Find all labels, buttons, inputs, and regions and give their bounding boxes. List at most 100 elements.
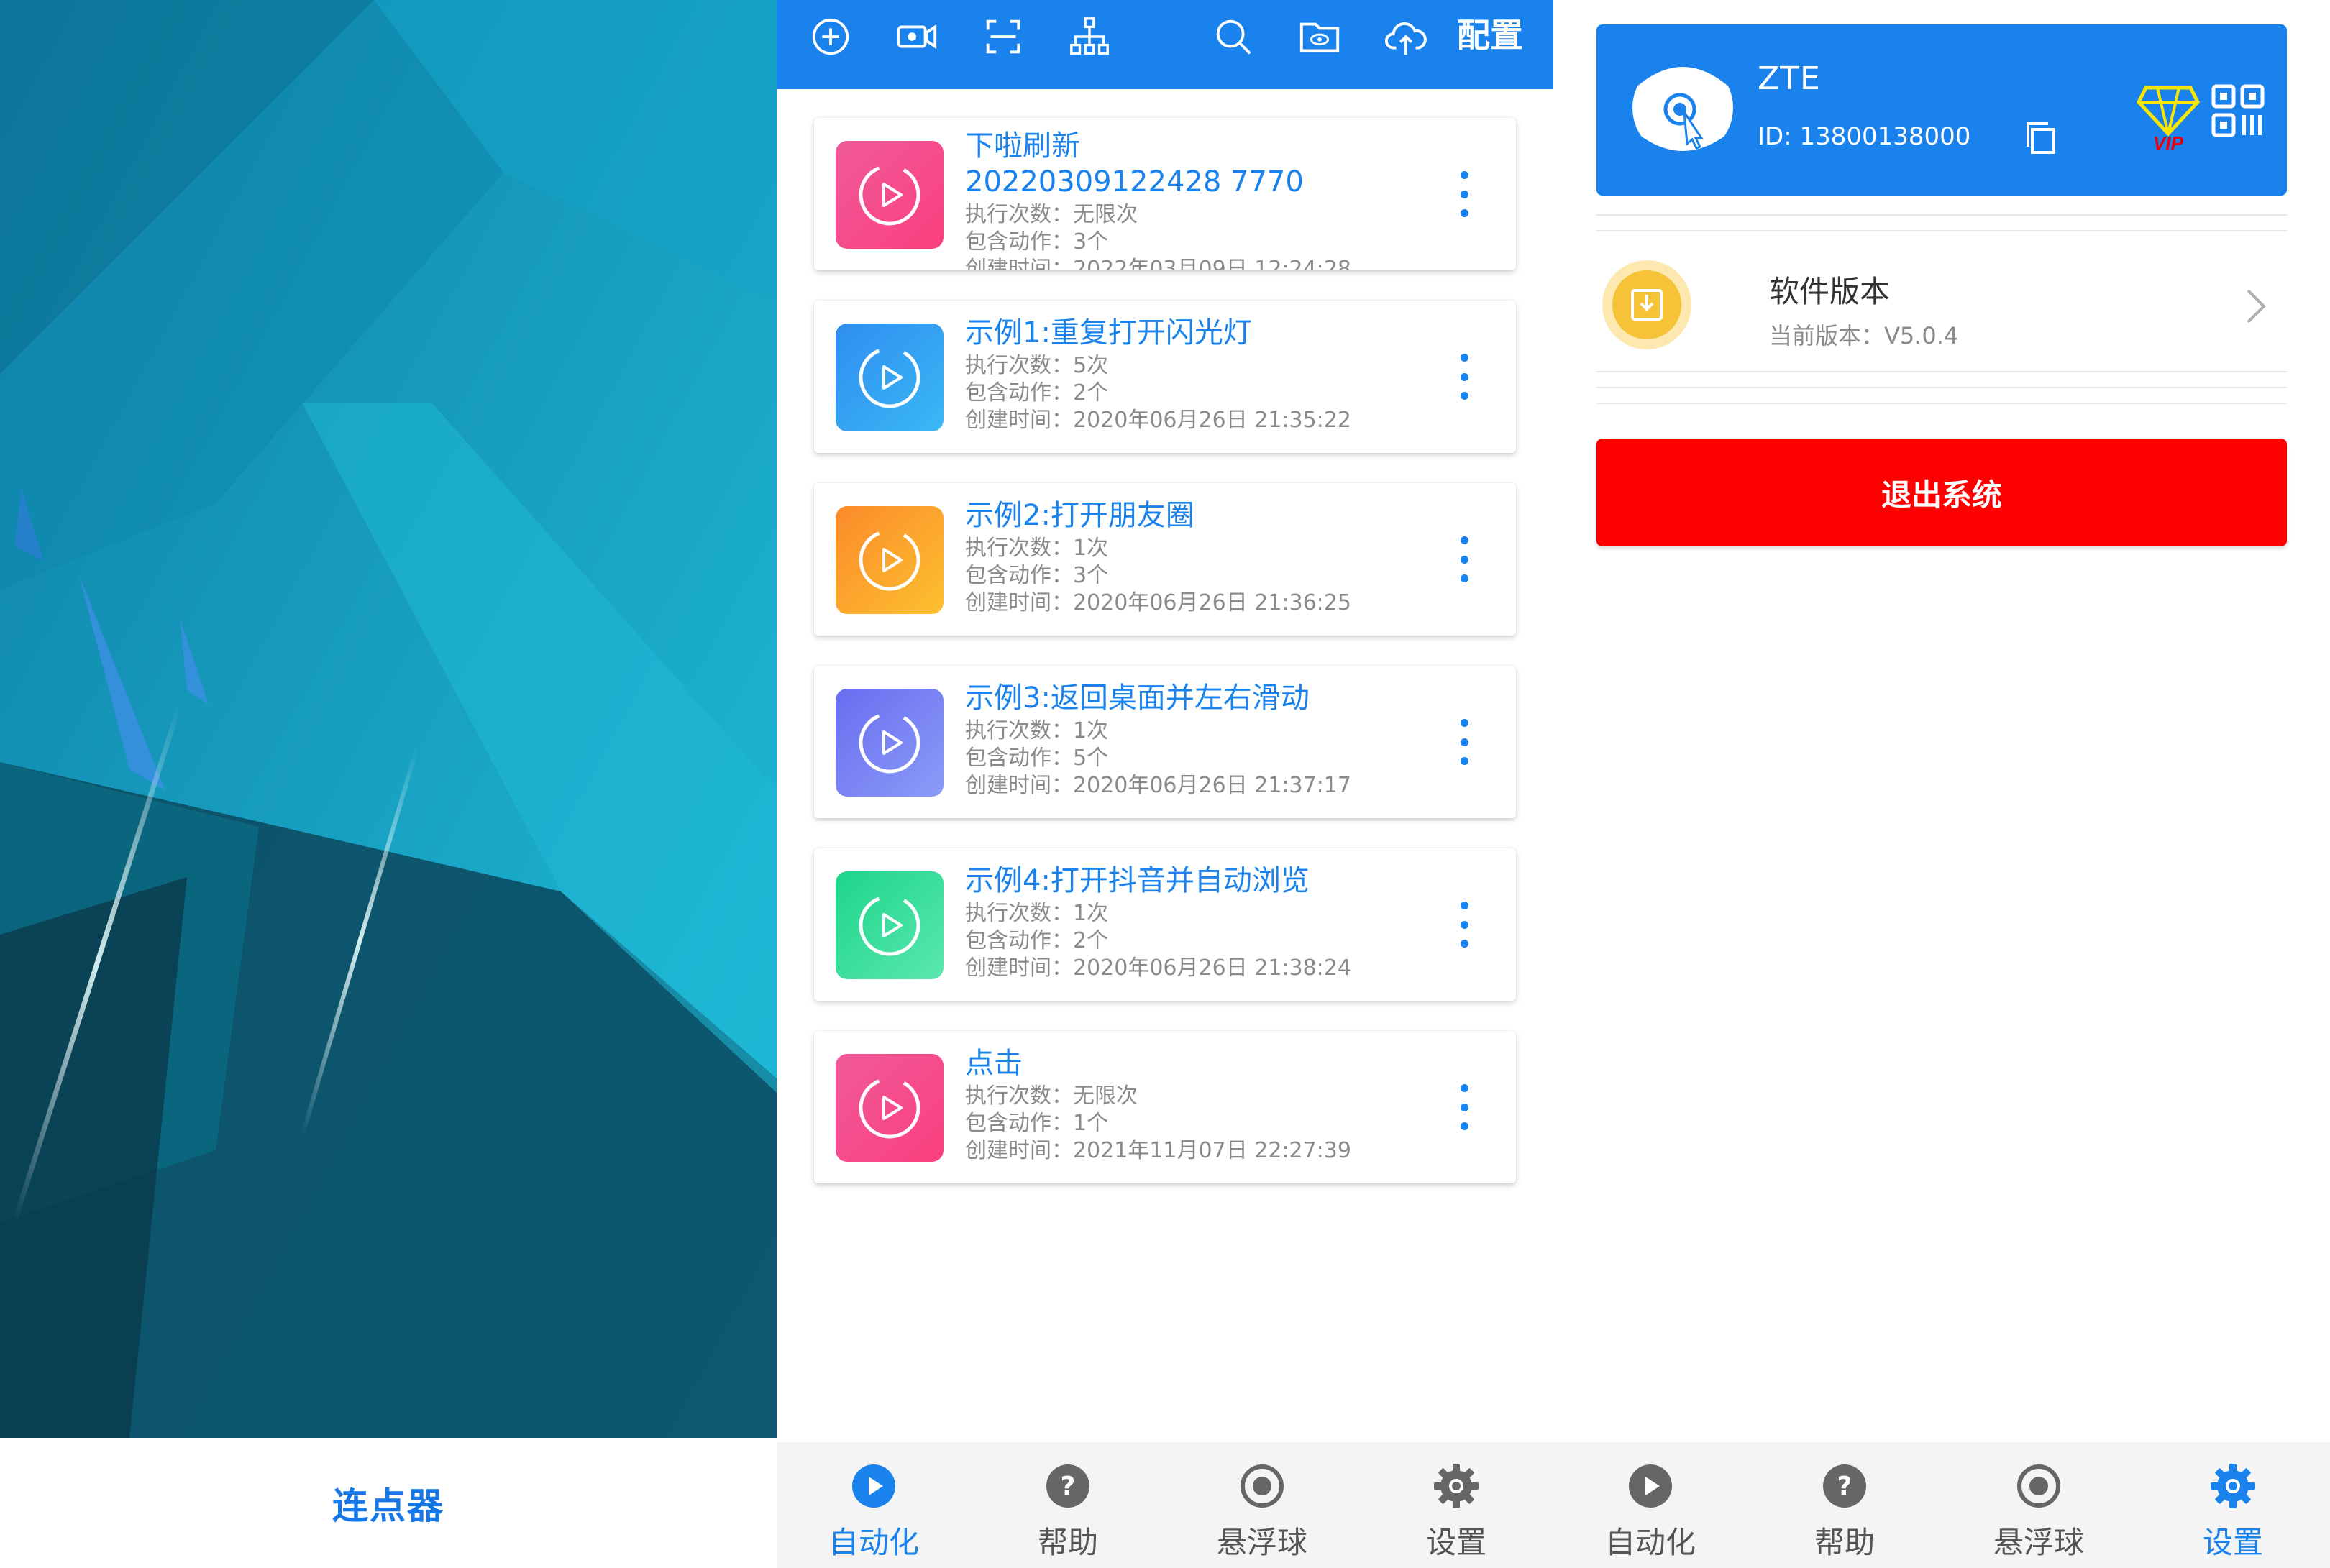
user-id: ID: 13800138000 xyxy=(1758,122,1971,151)
created-time: 创建时间：2020年06月26日 21:35:22 xyxy=(965,408,1351,433)
created-time: 创建时间：2020年06月26日 21:36:25 xyxy=(965,590,1351,615)
play-circle-icon xyxy=(850,1462,897,1513)
play-script-icon[interactable] xyxy=(836,871,944,979)
play-script-icon[interactable] xyxy=(836,1054,944,1162)
action-count: 包含动作：3个 xyxy=(965,229,1109,255)
nav-label: 悬浮球 xyxy=(1993,1525,2084,1560)
download-icon xyxy=(1602,260,1691,349)
exec-count: 执行次数：无限次 xyxy=(965,1083,1138,1109)
action-count: 包含动作：2个 xyxy=(965,928,1109,953)
script-card[interactable]: 示例2:打开朋友圈 执行次数：1次 包含动作：3个 创建时间：2020年06月26日 … xyxy=(814,483,1516,636)
more-menu-icon[interactable] xyxy=(1457,1084,1471,1130)
svg-text:?: ? xyxy=(1061,1472,1076,1501)
play-script-icon[interactable] xyxy=(836,689,944,797)
more-menu-icon[interactable] xyxy=(1457,536,1471,582)
script-meta: 执行次数：5次 包含动作：2个创建时间：2020年06月26日 21:35:22 xyxy=(965,352,1425,434)
user-name: ZTE xyxy=(1758,60,1821,97)
script-title: 下啦刷新 20220309122428 7770 xyxy=(965,129,1304,198)
script-card[interactable]: 下啦刷新 20220309122428 7770 执行次数：无限次 包含动作：3个创… xyxy=(814,118,1516,270)
bottom-nav: 自动化? 帮助 悬浮球 设置 xyxy=(777,1442,1553,1568)
nav-item-automation[interactable]: 自动化 xyxy=(777,1442,971,1568)
nav-item-automation[interactable]: 自动化 xyxy=(1553,1442,1748,1568)
nav-item-float-ball[interactable]: 悬浮球 xyxy=(1165,1442,1359,1568)
hierarchy-icon[interactable] xyxy=(1064,12,1115,62)
script-meta: 执行次数：1次 包含动作：5个 创建时间：2020年06月26日 21:37:17 xyxy=(965,717,1425,799)
nav-label: 自动化 xyxy=(828,1525,919,1560)
script-meta: 执行次数：无限次 包含动作：1个 创建时间：2021年11月07日 22:27:39 xyxy=(965,1083,1425,1165)
nav-item-help[interactable]: ? 帮助 xyxy=(1748,1442,1942,1568)
logout-button[interactable]: 退出系统 xyxy=(1596,439,2287,546)
action-count: 包含动作：3个 xyxy=(965,563,1109,588)
nav-label: 设置 xyxy=(1425,1525,1486,1560)
bottom-nav: 自动化? 帮助 悬浮球 设置 xyxy=(1553,1442,2330,1568)
splash-footer: 连点器 xyxy=(0,1438,777,1568)
gear-icon xyxy=(2209,1462,2257,1513)
divider xyxy=(1596,214,2287,216)
exec-count: 执行次数：1次 xyxy=(965,718,1109,743)
play-script-icon[interactable] xyxy=(836,324,944,431)
script-title: 示例2:打开朋友圈 xyxy=(965,499,1194,532)
version-title: 软件版本 xyxy=(1769,274,1891,309)
vip-text: VIP xyxy=(2153,132,2184,151)
more-menu-icon[interactable] xyxy=(1457,171,1471,217)
nav-item-settings[interactable]: 设置 xyxy=(2136,1442,2330,1568)
config-button[interactable]: 配置 xyxy=(1457,10,1523,60)
cloud-upload-icon[interactable] xyxy=(1381,12,1431,62)
script-card[interactable]: 示例1:重复打开闪光灯执行次数：5次 包含动作：2个创建时间：2020年06月26… xyxy=(814,301,1516,453)
script-meta: 执行次数：1次 包含动作：3个 创建时间：2020年06月26日 21:36:25 xyxy=(965,535,1425,617)
chevron-right-icon xyxy=(2247,289,2266,324)
version-number: 当前版本：V5.0.4 xyxy=(1769,322,1959,349)
help-circle-icon: ? xyxy=(1044,1462,1092,1513)
script-list: 下啦刷新 20220309122428 7770 执行次数：无限次 包含动作：3个创… xyxy=(814,118,1516,1214)
action-count: 包含动作：2个 xyxy=(965,380,1109,405)
script-card[interactable]: 示例3:返回桌面并左右滑动 执行次数：1次 包含动作：5个 创建时间：2020年06月… xyxy=(814,666,1516,818)
vip-icon[interactable]: VIP xyxy=(2136,72,2201,151)
copy-icon[interactable] xyxy=(2021,118,2061,158)
play-script-icon[interactable] xyxy=(836,141,944,249)
automation-list-screen: 配置 下啦刷新 20220309122428 7770 执行次数：无限次 包含动作：… xyxy=(777,0,1553,1568)
script-card[interactable]: 点击 执行次数：无限次 包含动作：1个 创建时间：2021年11月07日 22:27:… xyxy=(814,1031,1516,1183)
exec-count: 执行次数：无限次 xyxy=(965,202,1138,227)
exec-count: 执行次数：1次 xyxy=(965,901,1109,926)
nav-label: 帮助 xyxy=(1037,1525,1098,1560)
software-version-row[interactable]: 软件版本 当前版本：V5.0.4 xyxy=(1596,237,2287,374)
divider xyxy=(1596,230,2287,231)
nav-item-float-ball[interactable]: 悬浮球 xyxy=(1942,1442,2136,1568)
nav-label: 自动化 xyxy=(1604,1525,1696,1560)
exec-count: 执行次数：5次 xyxy=(965,353,1109,378)
nav-item-help[interactable]: ? 帮助 xyxy=(971,1442,1165,1568)
more-menu-icon[interactable] xyxy=(1457,354,1471,400)
folder-view-icon[interactable] xyxy=(1294,12,1345,62)
created-time: 创建时间：2020年06月26日 21:37:17 xyxy=(965,773,1351,798)
divider xyxy=(1596,387,2287,388)
divider xyxy=(1596,403,2287,404)
exec-count: 执行次数：1次 xyxy=(965,536,1109,561)
svg-text:?: ? xyxy=(1837,1472,1852,1501)
nav-item-settings[interactable]: 设置 xyxy=(1359,1442,1553,1568)
more-menu-icon[interactable] xyxy=(1457,902,1471,948)
nav-label: 帮助 xyxy=(1814,1525,1875,1560)
script-title: 示例4:打开抖音并自动浏览 xyxy=(965,864,1310,897)
play-script-icon[interactable] xyxy=(836,506,944,614)
script-card[interactable]: 示例4:打开抖音并自动浏览 执行次数：1次 包含动作：2个 创建时间：2020年06月… xyxy=(814,848,1516,1001)
user-card: ZTE ID: 13800138000 VIP xyxy=(1596,24,2287,196)
created-time: 创建时间：2022年03月09日 12:24:28 xyxy=(965,257,1351,270)
more-menu-icon[interactable] xyxy=(1457,719,1471,765)
splash-screen: 连点器 xyxy=(0,0,777,1568)
float-ball-icon xyxy=(2015,1462,2062,1513)
video-record-icon[interactable] xyxy=(892,12,942,62)
script-meta: 执行次数：1次 包含动作：2个 创建时间：2020年06月26日 21:38:24 xyxy=(965,900,1425,982)
avatar[interactable] xyxy=(1632,58,1733,158)
action-count: 包含动作：5个 xyxy=(965,746,1109,771)
divider xyxy=(1596,371,2287,372)
gear-icon xyxy=(1433,1462,1480,1513)
search-icon[interactable] xyxy=(1208,12,1258,62)
splash-background-art xyxy=(0,0,777,1438)
script-title: 点击 xyxy=(965,1047,1023,1080)
created-time: 创建时间：2020年06月26日 21:38:24 xyxy=(965,955,1351,981)
qr-code-icon[interactable] xyxy=(2209,82,2267,139)
script-title: 示例1:重复打开闪光灯 xyxy=(965,316,1252,349)
top-toolbar: 配置 xyxy=(777,0,1553,89)
add-icon[interactable] xyxy=(805,12,856,62)
scan-icon[interactable] xyxy=(978,12,1028,62)
